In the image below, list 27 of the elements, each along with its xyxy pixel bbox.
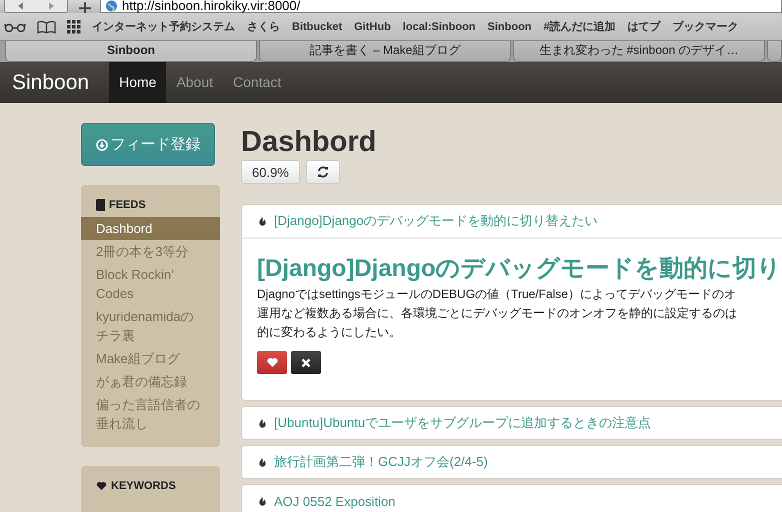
feeds-heading: FEEDS: [109, 199, 146, 211]
bookmark-link[interactable]: Sinboon: [488, 20, 532, 32]
bookmark-link[interactable]: インターネット予約システム: [92, 19, 235, 34]
bookmark-link[interactable]: GitHub: [354, 20, 391, 32]
bookmark-link[interactable]: さくら: [247, 19, 280, 34]
bookmark-link[interactable]: ブックマーク: [672, 19, 739, 34]
article-text: 運用など複数ある場合に、各環境ごとにデバッグモードのオンオフを静的に設定するのは: [257, 305, 738, 322]
feed-item[interactable]: Dashbord: [81, 217, 220, 240]
page-title: Dashbord: [241, 125, 378, 159]
keywords-heading: KEYWORDS: [111, 480, 176, 492]
address-field[interactable]: http://sinboon.hirokiky.vir:8000/: [100, 0, 782, 13]
bookmark-link[interactable]: local:Sinboon: [402, 20, 476, 32]
add-feed-button[interactable]: フィード登録: [81, 123, 215, 166]
bookmark-link[interactable]: はてブ: [628, 19, 661, 34]
article-text: DjagnoではsettingsモジュールのDEBUGの値（True/False）によってデバッグモードのオ: [257, 286, 737, 303]
nav-link[interactable]: About: [166, 62, 224, 103]
browser-tab[interactable]: Sinboon: [5, 41, 257, 62]
browser-tab[interactable]: 記事を書く – Make組ブログ: [259, 41, 511, 62]
url-text: http://sinboon.hirokiky.vir:8000/: [122, 0, 300, 12]
bookmark-link[interactable]: Bitbucket: [292, 20, 342, 32]
nav-link[interactable]: Contact: [223, 62, 292, 103]
progress-button[interactable]: 60.9%: [241, 160, 300, 184]
nav-link[interactable]: Home: [109, 62, 166, 103]
bookmark-link[interactable]: #読んだに追加: [544, 19, 616, 34]
brand-logo[interactable]: Sinboon: [0, 62, 110, 103]
browser-tab[interactable]: 生まれ変わった #sinboon のデザイ…: [513, 41, 765, 62]
article-text: 的に変わるようにしたい。: [257, 324, 402, 341]
